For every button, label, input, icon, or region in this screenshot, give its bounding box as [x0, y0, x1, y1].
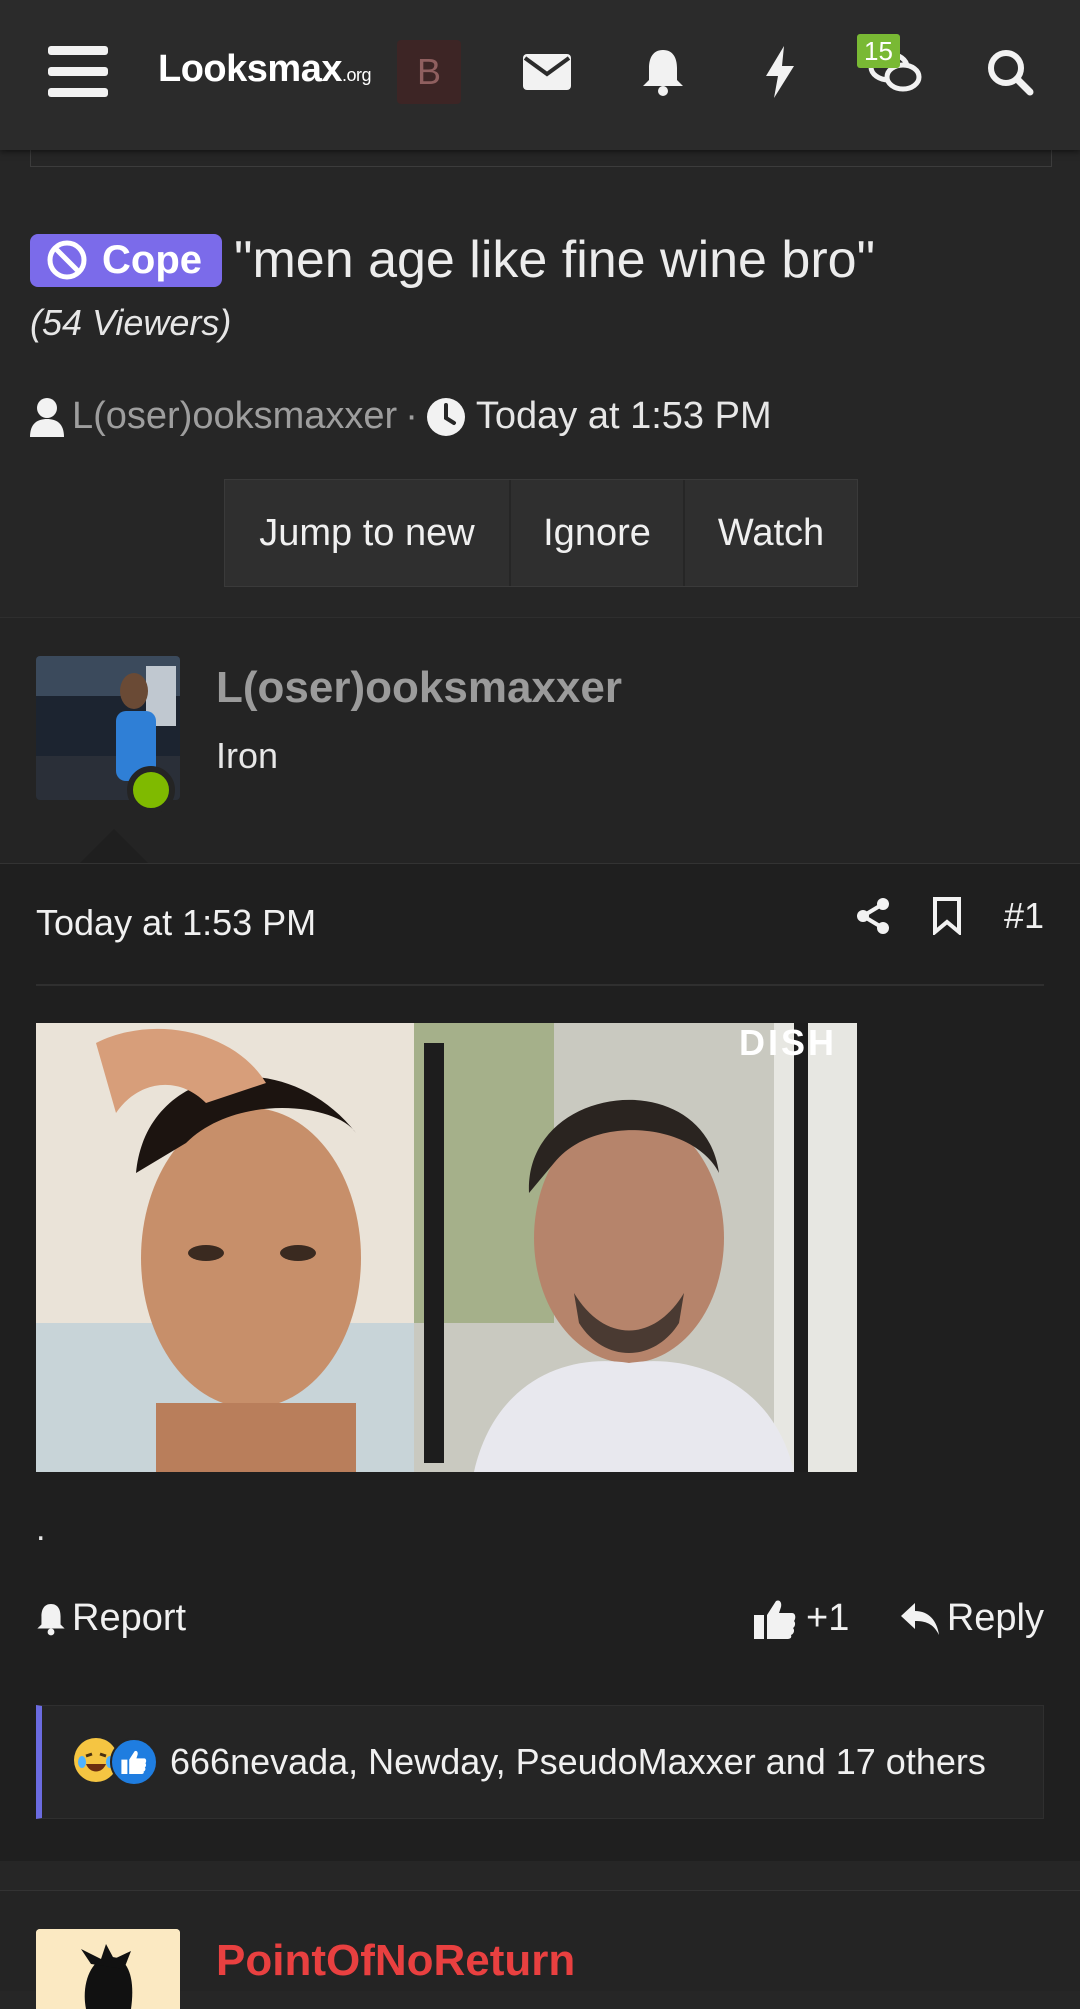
thread-author-link[interactable]: L(oser)ooksmaxxer	[72, 395, 397, 438]
thread-prefix-badge[interactable]: Cope	[30, 233, 222, 287]
post-username[interactable]: PointOfNoReturn	[216, 1936, 575, 1986]
watch-button[interactable]: Watch	[685, 480, 857, 586]
post-body-text: .	[36, 1510, 46, 1548]
next-post: PointOfNoReturn	[0, 1890, 1080, 2009]
search-icon[interactable]	[980, 42, 1040, 102]
post-user-block: L(oser)ooksmaxxer Iron	[0, 617, 1080, 864]
report-button[interactable]: Report	[36, 1597, 186, 1640]
post-image[interactable]: DISH	[36, 1023, 857, 1472]
thread-meta: L(oser)ooksmaxxer · Today at 1:53 PM	[30, 395, 772, 438]
menu-icon[interactable]	[48, 46, 108, 98]
bell-icon	[37, 1603, 65, 1635]
envelope-icon[interactable]	[517, 42, 577, 102]
avatar[interactable]	[36, 1929, 180, 2009]
post-date[interactable]: Today at 1:53 PM	[36, 902, 316, 944]
dish-caption: DISH	[739, 1023, 837, 1063]
bookmark-icon[interactable]	[932, 897, 962, 935]
post: L(oser)ooksmaxxer Iron Today at 1:53 PM …	[0, 617, 1080, 1861]
online-status-indicator	[127, 766, 175, 814]
breadcrumb-container-edge	[30, 150, 1052, 167]
user-title: Iron	[216, 735, 279, 776]
top-navigation-bar: Looksmax.org B 15	[0, 0, 1080, 150]
thread-title-area: Cope "men age like fine wine bro" (54 Vi…	[30, 230, 1050, 344]
account-avatar[interactable]: B	[397, 40, 461, 104]
post-username[interactable]: L(oser)ooksmaxxer	[216, 663, 622, 713]
viewers-count: (54 Viewers)	[30, 302, 232, 343]
like-button[interactable]: +1	[754, 1597, 849, 1640]
user-icon	[30, 397, 64, 437]
user-block-arrow	[80, 829, 148, 863]
post-number[interactable]: #1	[1004, 895, 1044, 937]
post-top-actions: #1	[856, 895, 1044, 937]
ban-icon	[47, 240, 87, 280]
site-logo[interactable]: Looksmax.org	[158, 48, 372, 91]
reactions-summary[interactable]: 666nevada, Newday, PseudoMaxxer and 17 o…	[170, 1741, 986, 1783]
young-man-photo	[36, 1023, 414, 1472]
reactions-bar[interactable]: 666nevada, Newday, PseudoMaxxer and 17 o…	[36, 1705, 1044, 1819]
conversations-count-badge: 15	[857, 34, 900, 68]
ignore-button[interactable]: Ignore	[511, 480, 685, 586]
bolt-icon[interactable]	[750, 42, 810, 102]
older-man-photo: DISH	[414, 1023, 857, 1472]
jump-to-new-button[interactable]: Jump to new	[225, 480, 511, 586]
reaction-icons	[74, 1738, 158, 1786]
clock-icon	[426, 397, 465, 436]
thread-title: "men age like fine wine bro"	[234, 231, 876, 289]
reply-button[interactable]: Reply	[900, 1597, 1044, 1640]
thumbs-up-icon	[754, 1599, 796, 1639]
thread-time[interactable]: Today at 1:53 PM	[476, 395, 772, 438]
divider	[36, 984, 1044, 986]
like-reaction-icon	[110, 1738, 158, 1786]
share-icon[interactable]	[856, 897, 890, 935]
bell-icon[interactable]	[633, 42, 693, 102]
thread-action-buttons: Jump to new Ignore Watch	[224, 479, 858, 587]
reply-icon	[900, 1602, 939, 1635]
